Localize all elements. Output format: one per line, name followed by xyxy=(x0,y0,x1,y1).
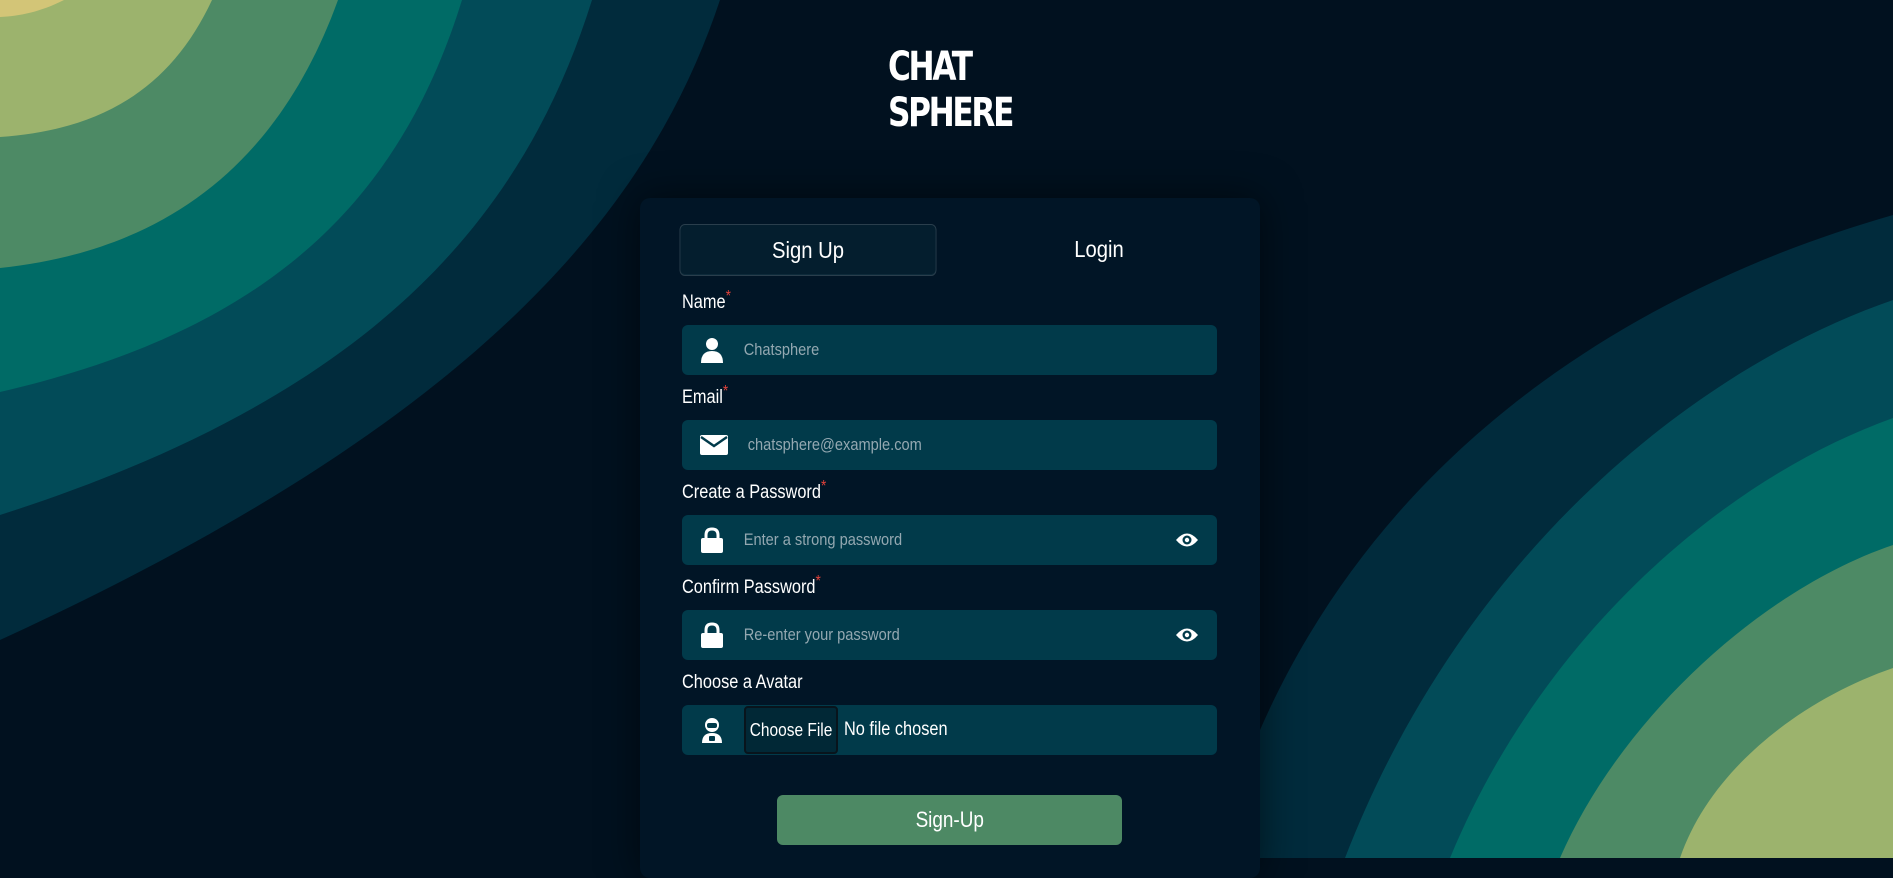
confirm-password-label-text: Confirm Password xyxy=(682,577,816,598)
avatar-label: Choose a Avatar xyxy=(682,672,803,694)
confirm-password-input[interactable] xyxy=(742,611,1099,659)
email-label: Email* xyxy=(682,383,728,409)
confirm-password-field xyxy=(682,610,1217,660)
file-status-text: No file chosen xyxy=(844,719,948,740)
bottom-right-waves xyxy=(1215,215,1893,858)
tab-sign-up[interactable]: Sign Up xyxy=(679,224,937,276)
email-input[interactable] xyxy=(746,421,1152,469)
lock-icon xyxy=(682,610,742,660)
user-icon xyxy=(682,325,742,375)
password-label-text: Create a Password xyxy=(682,482,821,503)
top-left-waves xyxy=(0,0,720,640)
lock-icon xyxy=(682,515,742,565)
tab-login[interactable]: Login xyxy=(971,224,1226,274)
password-label: Create a Password* xyxy=(682,478,826,504)
choose-file-button[interactable]: Choose File xyxy=(744,706,838,754)
name-label: Name* xyxy=(682,288,731,314)
chatsphere-logo: CHAT SPHERE xyxy=(884,28,1014,152)
avatar-field: Choose File No file chosen xyxy=(682,705,1217,755)
required-marker: * xyxy=(815,573,821,590)
password-field xyxy=(682,515,1217,565)
sign-up-button-label: Sign-Up xyxy=(915,807,984,832)
required-marker: * xyxy=(725,288,731,305)
name-label-text: Name xyxy=(682,292,726,313)
logo-wordmark: CHAT SPHERE xyxy=(888,44,1014,136)
avatar-label-text: Choose a Avatar xyxy=(682,672,803,693)
envelope-icon xyxy=(682,420,746,470)
email-label-text: Email xyxy=(682,387,723,408)
name-field xyxy=(682,325,1217,375)
logo-line-2: SPHERE xyxy=(888,90,1014,136)
show-password-eye-icon[interactable] xyxy=(1157,515,1217,565)
sign-up-button[interactable]: Sign-Up xyxy=(777,795,1122,845)
email-field xyxy=(682,420,1217,470)
choose-file-label: Choose File xyxy=(749,719,833,740)
name-input[interactable] xyxy=(742,326,1151,374)
logo-line-1: CHAT xyxy=(888,44,973,90)
required-marker: * xyxy=(820,478,827,495)
password-input[interactable] xyxy=(742,516,1099,564)
auth-tabs: Sign Up Login xyxy=(662,224,1246,276)
show-confirm-password-eye-icon[interactable] xyxy=(1157,610,1217,660)
confirm-password-label: Confirm Password* xyxy=(682,573,821,599)
avatar-icon xyxy=(682,705,742,755)
required-marker: * xyxy=(722,383,729,400)
